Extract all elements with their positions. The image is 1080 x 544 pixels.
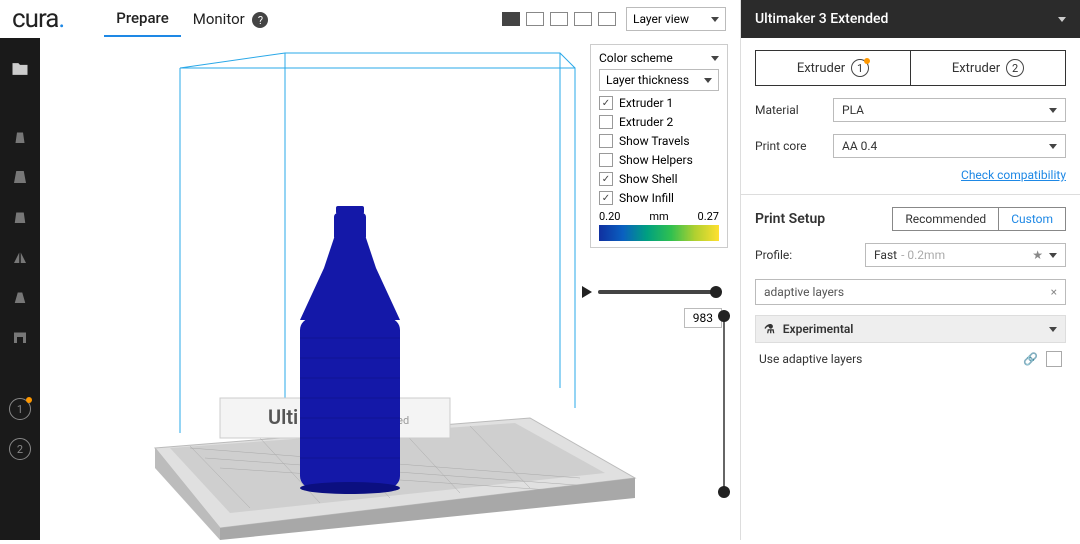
left-toolbar: 1 2	[0, 38, 40, 540]
move-tool-icon[interactable]	[9, 126, 31, 148]
build-plate-label: Ulti	[268, 405, 298, 429]
setup-recommended-button[interactable]: Recommended	[893, 208, 998, 230]
help-icon[interactable]: ?	[252, 12, 268, 28]
checkbox-extruder2[interactable]	[599, 115, 613, 129]
color-scheme-select[interactable]: Layer thickness	[599, 69, 719, 91]
star-icon: ★	[1032, 248, 1043, 262]
horizontal-layer-slider[interactable]	[598, 290, 718, 294]
extruder-tab-2[interactable]: Extruder 2	[911, 51, 1065, 85]
setting-adaptive-layers-label: Use adaptive layers	[759, 352, 862, 366]
chevron-down-icon[interactable]	[711, 56, 719, 61]
play-icon[interactable]	[582, 286, 592, 298]
material-select[interactable]: PLA	[833, 98, 1066, 122]
thickness-gradient	[599, 225, 719, 241]
settings-panel: Ultimaker 3 Extended Extruder 1 Extruder…	[740, 0, 1080, 540]
view-mode-layers-icon[interactable]	[550, 12, 568, 26]
view-mode-front-icon[interactable]	[574, 12, 592, 26]
extruder-1-badge[interactable]: 1	[9, 398, 31, 420]
support-tool-icon[interactable]	[9, 326, 31, 348]
rotate-tool-icon[interactable]	[9, 206, 31, 228]
color-scheme-label: Color scheme	[599, 51, 673, 65]
mirror-tool-icon[interactable]	[9, 246, 31, 268]
mesh-tool-icon[interactable]	[9, 286, 31, 308]
chevron-down-icon	[1049, 327, 1057, 332]
vertical-layer-slider[interactable]	[723, 314, 725, 494]
print-setup-title: Print Setup	[755, 211, 825, 227]
view-select[interactable]: Layer view	[626, 7, 726, 31]
checkbox-shell[interactable]: ✓	[599, 172, 613, 186]
profile-select[interactable]: Fast - 0.2mm ★	[865, 243, 1066, 267]
extruder-tab-1[interactable]: Extruder 1	[756, 51, 911, 85]
tab-prepare[interactable]: Prepare	[104, 1, 181, 37]
chevron-down-icon	[1049, 108, 1057, 113]
view-mode-xray-icon[interactable]	[526, 12, 544, 26]
chevron-down-icon	[1049, 253, 1057, 258]
chevron-down-icon	[1058, 17, 1066, 22]
tab-monitor[interactable]: Monitor ?	[181, 2, 281, 37]
profile-label: Profile:	[755, 248, 865, 262]
scale-tool-icon[interactable]	[9, 166, 31, 188]
extruder-2-badge[interactable]: 2	[9, 438, 31, 460]
setup-mode-toggle[interactable]: Recommended Custom	[892, 207, 1066, 231]
open-file-icon[interactable]	[9, 58, 31, 80]
checkbox-helpers[interactable]	[599, 153, 613, 167]
settings-search-input[interactable]: adaptive layers ×	[755, 279, 1066, 305]
clear-search-icon[interactable]: ×	[1051, 285, 1057, 299]
checkbox-extruder1[interactable]: ✓	[599, 96, 613, 110]
checkbox-travels[interactable]	[599, 134, 613, 148]
checkbox-adaptive-layers[interactable]	[1046, 351, 1062, 367]
chevron-down-icon	[1049, 144, 1057, 149]
section-experimental[interactable]: ⚗ Experimental	[755, 315, 1066, 343]
app-logo: cura.	[12, 4, 64, 34]
view-mode-solid-icon[interactable]	[502, 12, 520, 26]
view-mode-iso-icon[interactable]	[598, 12, 616, 26]
chevron-down-icon	[711, 17, 719, 22]
chevron-down-icon	[704, 78, 712, 83]
view-mode-icons	[502, 12, 616, 26]
printcore-select[interactable]: AA 0.4	[833, 134, 1066, 158]
checkbox-infill[interactable]: ✓	[599, 191, 613, 205]
link-icon[interactable]: 🔗	[1023, 352, 1038, 366]
flask-icon: ⚗	[764, 322, 775, 336]
check-compatibility-link[interactable]: Check compatibility	[755, 168, 1066, 182]
setup-custom-button[interactable]: Custom	[998, 208, 1065, 230]
layer-view-panel: Color scheme Layer thickness ✓Extruder 1…	[590, 44, 728, 248]
material-label: Material	[755, 103, 825, 117]
printcore-label: Print core	[755, 139, 825, 153]
printer-selector[interactable]: Ultimaker 3 Extended	[741, 0, 1080, 38]
